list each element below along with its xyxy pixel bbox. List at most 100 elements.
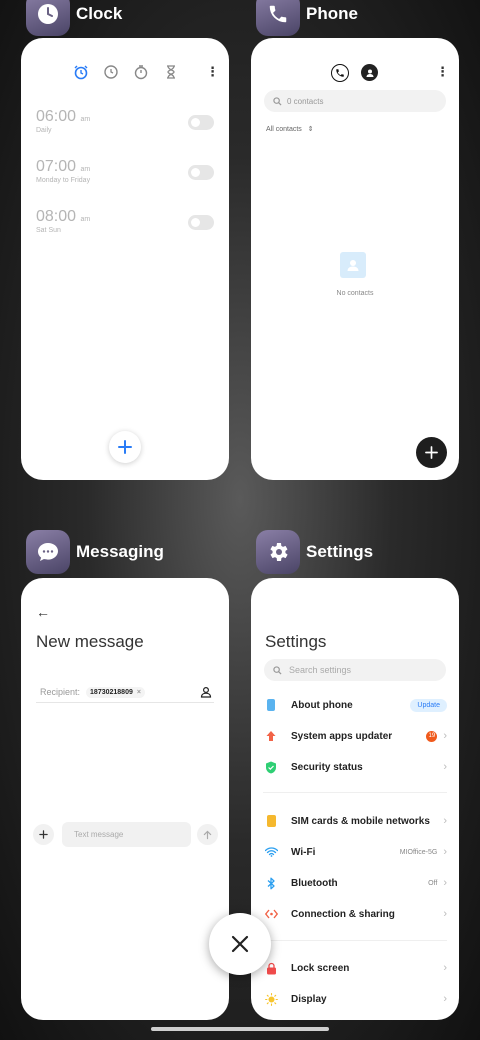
home-gesture-bar[interactable] bbox=[151, 1027, 329, 1031]
add-contact-icon[interactable] bbox=[200, 686, 212, 698]
back-arrow-icon[interactable]: ← bbox=[36, 604, 50, 620]
alarm-repeat: Monday to Friday bbox=[36, 177, 91, 184]
alarm-time: 07:00 bbox=[36, 158, 77, 175]
app-title-settings: Settings bbox=[306, 542, 374, 561]
add-alarm-button[interactable] bbox=[109, 431, 141, 463]
world-clock-tab-icon[interactable] bbox=[103, 64, 119, 80]
alarm-repeat: Daily bbox=[36, 127, 52, 134]
text-message-placeholder: Text message bbox=[74, 830, 124, 839]
row-label: Display bbox=[291, 993, 327, 1005]
settings-row-connection-sharing[interactable]: Connection & sharing › bbox=[263, 903, 447, 925]
update-badge: Update bbox=[410, 698, 447, 712]
shield-icon bbox=[263, 759, 279, 775]
plus-icon bbox=[118, 440, 132, 454]
chevron-right-icon: › bbox=[443, 908, 447, 920]
contacts-filter[interactable]: All contacts ⇕ bbox=[266, 125, 314, 133]
lock-icon bbox=[263, 960, 279, 976]
empty-contacts-icon bbox=[340, 252, 366, 278]
alarm-time: 08:00 bbox=[36, 208, 77, 225]
app-title-messaging: Messaging bbox=[76, 542, 164, 561]
chevron-right-icon: › bbox=[443, 846, 447, 858]
add-contact-button[interactable] bbox=[416, 437, 447, 468]
alarm-toggle[interactable] bbox=[188, 215, 214, 230]
messaging-card[interactable]: ← New message Recipient: 18730218809 × T… bbox=[21, 578, 229, 1020]
connection-sharing-icon bbox=[263, 906, 279, 922]
recipient-chip[interactable]: 18730218809 × bbox=[86, 686, 145, 698]
alarm-item[interactable]: 08:00 am Sat Sun bbox=[36, 208, 90, 234]
chevron-right-icon: › bbox=[443, 877, 447, 889]
alarm-toggle[interactable] bbox=[188, 165, 214, 180]
row-label: Connection & sharing bbox=[291, 908, 395, 920]
contacts-search-input[interactable]: 0 contacts bbox=[264, 90, 446, 112]
chevron-right-icon: › bbox=[443, 993, 447, 1005]
sort-icon: ⇕ bbox=[307, 126, 314, 133]
clear-recents-button[interactable] bbox=[209, 913, 271, 975]
new-message-heading: New message bbox=[36, 632, 144, 651]
update-count-badge: 19 bbox=[426, 730, 438, 742]
upload-arrow-icon bbox=[263, 728, 279, 744]
clock-icon bbox=[26, 0, 70, 36]
settings-row-lock-screen[interactable]: Lock screen › bbox=[263, 957, 447, 979]
timer-tab-icon[interactable] bbox=[163, 64, 179, 80]
contacts-tab-icon[interactable] bbox=[361, 64, 378, 81]
send-button[interactable] bbox=[197, 824, 218, 845]
divider bbox=[263, 792, 447, 793]
phone-card[interactable]: ⋮ 0 contacts All contacts ⇕ No contacts bbox=[251, 38, 459, 480]
filter-label: All contacts bbox=[266, 126, 302, 133]
app-title-clock: Clock bbox=[76, 4, 123, 23]
recipient-number: 18730218809 bbox=[90, 688, 133, 696]
recipient-field[interactable]: Recipient: 18730218809 × bbox=[36, 682, 214, 703]
recents-tab-icon[interactable] bbox=[331, 64, 349, 82]
more-options-icon[interactable]: ⋮ bbox=[436, 65, 449, 78]
plus-icon bbox=[425, 446, 438, 459]
bluetooth-status-value: Off bbox=[428, 879, 438, 887]
alarm-toggle[interactable] bbox=[188, 115, 214, 130]
wifi-network-value: MIOffice-5G bbox=[399, 848, 438, 856]
settings-card[interactable]: Settings Search settings About phone Upd… bbox=[251, 578, 459, 1020]
chevron-right-icon: › bbox=[443, 761, 447, 773]
chevron-right-icon: › bbox=[443, 730, 447, 742]
send-arrow-icon bbox=[203, 830, 212, 839]
settings-icon bbox=[256, 530, 300, 574]
alarm-item[interactable]: 07:00 am Monday to Friday bbox=[36, 158, 90, 184]
settings-row-about-phone[interactable]: About phone Update bbox=[263, 694, 447, 716]
attach-button[interactable] bbox=[33, 824, 54, 845]
settings-row-display[interactable]: Display › bbox=[263, 988, 447, 1010]
row-label: SIM cards & mobile networks bbox=[291, 815, 430, 827]
alarm-tab-icon[interactable] bbox=[73, 64, 89, 80]
settings-row-bluetooth[interactable]: Bluetooth Off › bbox=[263, 872, 447, 894]
row-label: Wi-Fi bbox=[291, 846, 316, 858]
settings-search-input[interactable]: Search settings bbox=[264, 659, 446, 681]
text-message-input[interactable]: Text message bbox=[62, 822, 191, 847]
alarm-item[interactable]: 06:00 am Daily bbox=[36, 108, 90, 134]
plus-icon bbox=[39, 830, 48, 839]
clock-app-header[interactable]: Clock bbox=[26, 0, 122, 36]
search-placeholder: 0 contacts bbox=[287, 96, 324, 106]
app-title-phone: Phone bbox=[306, 4, 358, 23]
settings-row-sim-cards[interactable]: SIM cards & mobile networks › bbox=[263, 810, 447, 832]
chevron-right-icon: › bbox=[443, 815, 447, 827]
settings-row-system-apps-updater[interactable]: System apps updater 19 › bbox=[263, 725, 447, 747]
settings-app-header[interactable]: Settings bbox=[256, 530, 373, 574]
clock-card[interactable]: ⋮ 06:00 am Daily 07:00 am Monday to Frid… bbox=[21, 38, 229, 480]
chevron-right-icon: › bbox=[443, 962, 447, 974]
settings-row-security-status[interactable]: Security status › bbox=[263, 756, 447, 778]
recipient-label: Recipient: bbox=[40, 687, 81, 697]
remove-recipient-icon[interactable]: × bbox=[137, 689, 141, 696]
settings-heading: Settings bbox=[265, 632, 327, 651]
phone-icon bbox=[256, 0, 300, 36]
stopwatch-tab-icon[interactable] bbox=[133, 64, 149, 80]
empty-contacts-label: No contacts bbox=[336, 290, 374, 297]
messaging-app-header[interactable]: Messaging bbox=[26, 530, 164, 574]
messaging-icon bbox=[26, 530, 70, 574]
bluetooth-icon bbox=[263, 875, 279, 891]
alarm-ampm: am bbox=[80, 166, 91, 173]
row-label: Security status bbox=[291, 761, 363, 773]
settings-row-wifi[interactable]: Wi-Fi MIOffice-5G › bbox=[263, 841, 447, 863]
alarm-repeat: Sat Sun bbox=[36, 227, 61, 234]
sim-card-icon bbox=[263, 813, 279, 829]
phone-app-header[interactable]: Phone bbox=[256, 0, 358, 36]
row-label: About phone bbox=[291, 699, 353, 711]
more-options-icon[interactable]: ⋮ bbox=[206, 65, 219, 78]
sun-icon bbox=[263, 991, 279, 1007]
